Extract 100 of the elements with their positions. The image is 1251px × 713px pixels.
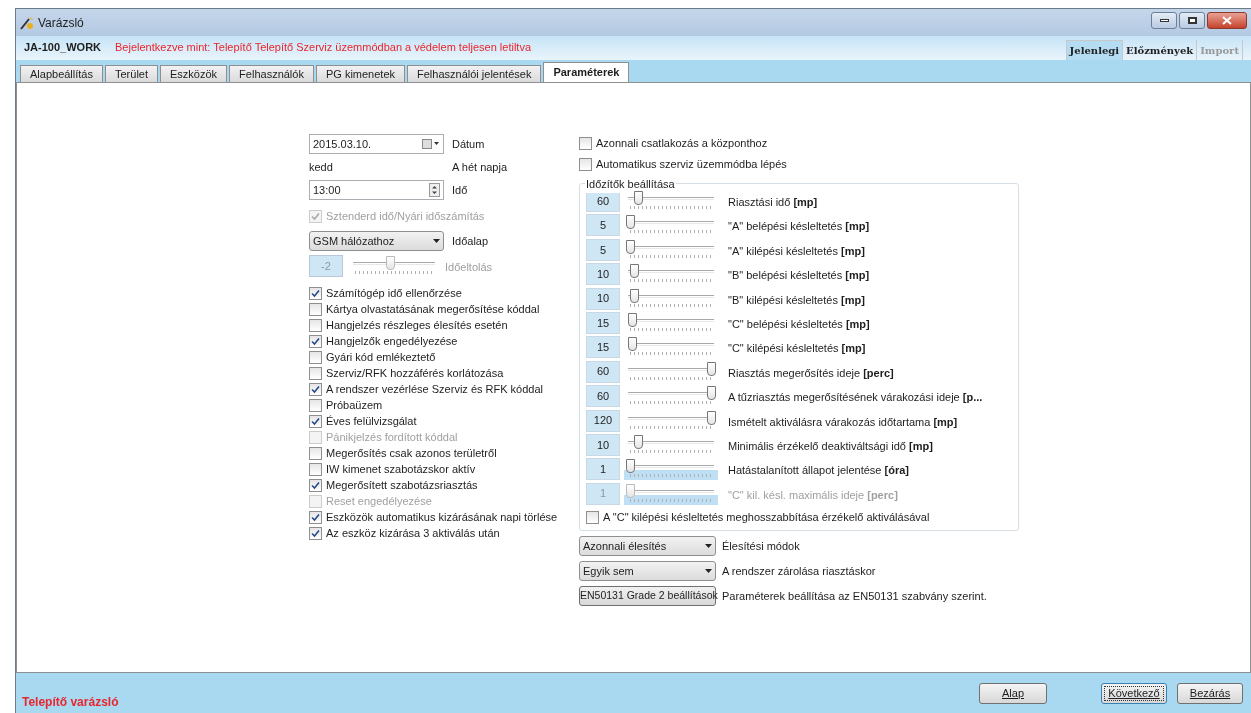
- check-icon: [311, 211, 320, 221]
- checkbox[interactable]: [309, 286, 322, 300]
- dropdown[interactable]: Azonnali élesítés: [579, 536, 716, 557]
- timer-value: 1: [586, 482, 620, 505]
- timer-label: Riasztási idő [mp]: [728, 195, 818, 210]
- date-field[interactable]: 2015.03.10.: [309, 134, 444, 154]
- checkbox[interactable]: [309, 478, 322, 492]
- timer-label: "B" belépési késleltetés [mp]: [728, 268, 870, 284]
- timer-value: 60: [586, 360, 620, 383]
- timer-value: 10: [586, 433, 620, 456]
- timer-label: A tűzriasztás megerősítésének várakozási ideje [p...: [728, 390, 983, 406]
- timer-label: "A" belépési késleltetés [mp]: [728, 219, 870, 235]
- option-label: Eszközök automatikus kizárásának napi törlése: [326, 509, 558, 525]
- timer-label: "C" kil. késl. maximális ideje [perc]: [728, 487, 898, 503]
- checkbox[interactable]: [309, 302, 322, 316]
- check-icon: [311, 288, 320, 298]
- option-label: Azonnali csatlakozás a központhoz: [596, 136, 768, 152]
- checkbox[interactable]: [309, 446, 322, 460]
- tab[interactable]: Felhasználók: [229, 65, 314, 82]
- dropdown[interactable]: Egyik sem: [579, 561, 716, 582]
- timer-value: 5: [586, 238, 620, 261]
- checkbox[interactable]: [309, 398, 322, 412]
- timer-value: 15: [586, 311, 620, 334]
- option-label: Számítógép idő ellenőrzése: [326, 285, 462, 301]
- timer-value: 5: [586, 214, 620, 237]
- checkbox[interactable]: [309, 350, 322, 364]
- timer-value: 10: [586, 287, 620, 310]
- check-icon: [311, 336, 320, 346]
- window-title: Varázsló: [38, 14, 84, 32]
- weekday-label: A hét napja: [452, 159, 508, 175]
- arming-label: Élesítési módok: [722, 538, 800, 554]
- checkbox[interactable]: [309, 526, 322, 540]
- option-label: Hangjelzés részleges élesítés esetén: [326, 317, 508, 333]
- footer-button[interactable]: Következő: [1101, 682, 1167, 704]
- option-label: A "C" kilépési késleltetés meghosszabbítása érzékelő aktiválásával: [603, 509, 930, 525]
- checkbox[interactable]: [309, 334, 322, 348]
- checkbox[interactable]: [309, 462, 322, 476]
- close-icon: [1222, 16, 1232, 25]
- weekday-value: kedd: [309, 159, 334, 175]
- time-label: Idő: [452, 182, 468, 198]
- checkbox[interactable]: [309, 414, 322, 428]
- option-label: Próbaüzem: [326, 397, 383, 413]
- lock-label: A rendszer zárolása riasztáskor: [722, 563, 876, 579]
- check-icon: [311, 480, 320, 490]
- option-label: Pánikjelzés fordított kóddal: [326, 429, 458, 445]
- timer-value: 15: [586, 336, 620, 359]
- close-button[interactable]: [1207, 12, 1247, 29]
- time-field[interactable]: 13:00: [309, 180, 444, 200]
- wand-icon: [20, 15, 34, 30]
- timer-value: 60: [586, 385, 620, 408]
- offset-label: Időeltolás: [445, 260, 493, 275]
- checkbox[interactable]: [309, 510, 322, 524]
- option-label: IW kimenet szabotázskor aktív: [326, 461, 476, 477]
- timer-label: Hatástalanított állapot jelentése [óra]: [728, 463, 909, 479]
- checkbox[interactable]: [309, 382, 322, 396]
- caret-icon: [705, 544, 712, 549]
- minimize-button[interactable]: [1151, 12, 1177, 29]
- caret-icon: [705, 569, 712, 574]
- option-label: Sztenderd idő/Nyári időszámítás: [326, 208, 485, 224]
- timer-label: "B" kilépési késleltetés [mp]: [728, 292, 865, 308]
- checkbox[interactable]: [309, 318, 322, 332]
- timer-label: "C" kilépési késleltetés [mp]: [728, 341, 866, 357]
- option-label: A rendszer vezérlése Szerviz és RFK kóddal: [326, 381, 544, 397]
- checkbox[interactable]: [579, 158, 592, 171]
- dropdown[interactable]: GSM hálózathoz: [309, 231, 444, 251]
- footer-button[interactable]: Bezárás: [1177, 682, 1243, 704]
- tab[interactable]: Paraméterek: [543, 62, 630, 82]
- timer-label: Riasztás megerősítés ideje [perc]: [728, 365, 894, 381]
- tab[interactable]: Alapbeállítás: [20, 65, 103, 82]
- check-icon: [311, 384, 320, 394]
- option-label: Megerősítés csak azonos területről: [326, 445, 497, 461]
- offset-value: -2: [309, 255, 343, 277]
- tab[interactable]: Felhasználói jelentések: [407, 65, 542, 82]
- checkbox[interactable]: [309, 366, 322, 380]
- tab[interactable]: Terület: [105, 65, 159, 82]
- view-tab[interactable]: Jelenlegi: [1065, 40, 1124, 60]
- time-base-label: Időalap: [452, 233, 489, 249]
- option-label: Gyári kód emlékeztető: [326, 349, 436, 365]
- tab[interactable]: PG kimenetek: [315, 65, 406, 82]
- option-label: Megerősített szabotázsriasztás: [326, 477, 478, 493]
- footer-title: Telepítő varázsló: [22, 694, 119, 711]
- spinner-icon: [429, 183, 440, 197]
- calendar-icon: [422, 139, 440, 149]
- timer-label: "C" belépési késleltetés [mp]: [728, 316, 870, 332]
- timer-value: 120: [586, 409, 620, 432]
- login-status: Bejelentkezve mint: Telepítő Telepítő Szerviz üzemmódban a védelem teljesen letiltva: [115, 39, 532, 55]
- option-label: Éves felülvizsgálat: [326, 413, 417, 429]
- option-label: Kártya olvastatásának megerősítése kóddal: [326, 301, 540, 317]
- option-label: Automatikus szerviz üzemmódba lépés: [596, 157, 787, 173]
- check-icon: [311, 416, 320, 426]
- checkbox[interactable]: [586, 510, 599, 524]
- tab[interactable]: Eszközök: [160, 65, 228, 82]
- checkbox[interactable]: [579, 137, 592, 150]
- date-label: Dátum: [452, 136, 485, 152]
- option-label: Reset engedélyezése: [326, 493, 432, 509]
- timer-value: 10: [586, 263, 620, 286]
- maximize-button[interactable]: [1179, 12, 1205, 29]
- option-label: Szerviz/RFK hozzáférés korlátozása: [326, 365, 504, 381]
- footer-button[interactable]: Alap: [979, 682, 1047, 704]
- device-name: JA-100_WORK: [24, 39, 102, 55]
